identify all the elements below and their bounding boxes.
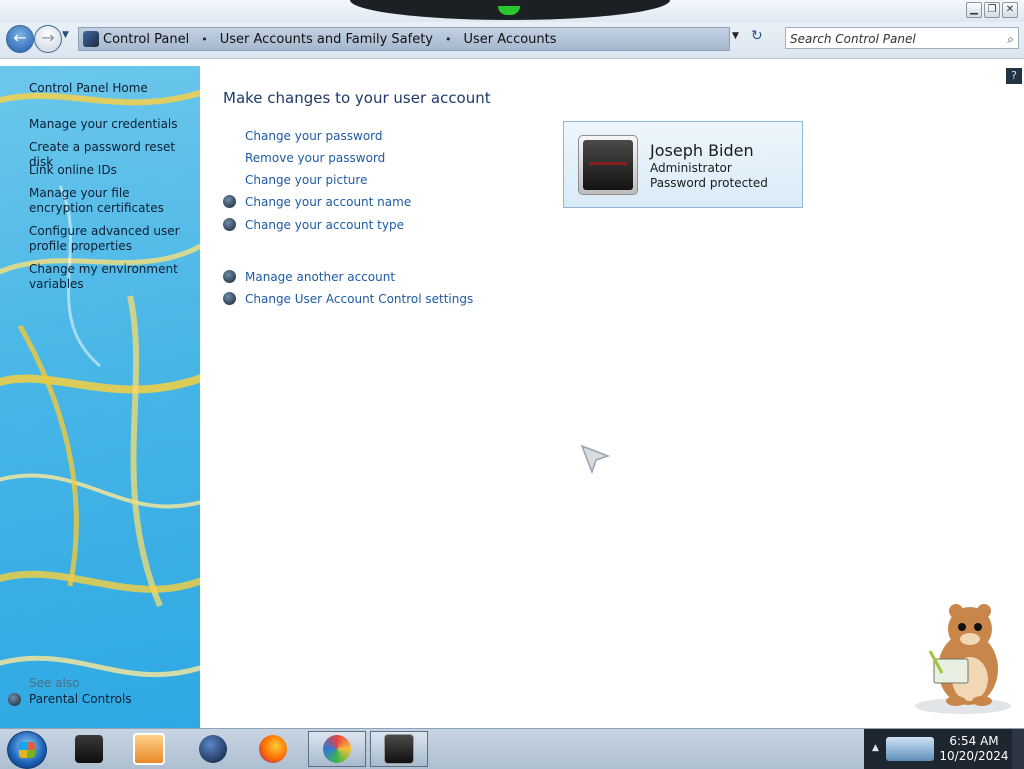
taskbar-folder-button[interactable] xyxy=(60,731,118,767)
breadcrumb-separator[interactable]: • xyxy=(193,33,216,46)
user-role: Administrator xyxy=(650,161,732,175)
change-account-type-link[interactable]: Change your account type xyxy=(245,218,404,232)
maximize-button[interactable]: ❐ xyxy=(984,2,1000,18)
uac-shield-icon xyxy=(223,195,236,208)
uac-shield-icon xyxy=(223,218,236,231)
sidebar-item-parental-controls[interactable]: Parental Controls xyxy=(29,692,132,706)
sidebar-item-file-encryption[interactable]: Manage your file encryption certificates xyxy=(29,186,194,216)
parental-controls-icon xyxy=(8,693,21,706)
breadcrumb-user-accounts-family-safety[interactable]: User Accounts and Family Safety xyxy=(216,32,437,47)
window-controls: ▁ ❐ ✕ xyxy=(966,2,1018,18)
title-notch-decoration xyxy=(350,0,670,20)
uac-shield-icon xyxy=(223,270,236,283)
sidebar-item-advanced-profile[interactable]: Configure advanced user profile properti… xyxy=(29,224,194,254)
sidebar-item-manage-credentials[interactable]: Manage your credentials xyxy=(29,117,194,132)
change-picture-link[interactable]: Change your picture xyxy=(245,173,367,187)
uac-settings-link[interactable]: Change User Account Control settings xyxy=(245,292,473,306)
see-also-heading: See also xyxy=(29,676,80,690)
taskbar-firefox-button[interactable] xyxy=(244,731,302,767)
back-button[interactable]: ← xyxy=(6,25,34,53)
refresh-button[interactable]: ↻ xyxy=(751,28,763,44)
main-content: ? Make changes to your user account Chan… xyxy=(200,66,1024,728)
system-tray: ▲ 6:54 AM 10/20/2024 xyxy=(864,729,1024,769)
breadcrumb-label: User Accounts and Family Safety xyxy=(219,31,433,47)
taskbar-paint-button[interactable] xyxy=(308,731,366,767)
sidebar-item-link-online-ids[interactable]: Link online IDs xyxy=(29,163,194,178)
user-account-card: Joseph Biden Administrator Password prot… xyxy=(563,121,803,208)
firefox-icon xyxy=(259,735,287,763)
user-password-status: Password protected xyxy=(650,176,768,190)
user-name: Joseph Biden xyxy=(650,141,754,160)
forward-button[interactable]: → xyxy=(34,25,62,53)
close-button[interactable]: ✕ xyxy=(1002,2,1018,18)
media-player-icon xyxy=(133,733,165,765)
taskbar-globe-button[interactable] xyxy=(184,731,242,767)
hamster-mascot-image xyxy=(915,604,1011,714)
start-button[interactable] xyxy=(7,731,47,769)
sidebar-item-control-panel-home[interactable]: Control Panel Home xyxy=(29,81,194,96)
clock-date: 10/20/2024 xyxy=(939,749,1009,763)
mouse-pointer xyxy=(580,444,611,475)
sidebar-item-environment-variables[interactable]: Change my environment variables xyxy=(29,262,194,292)
control-panel-icon xyxy=(83,31,99,47)
breadcrumb-control-panel[interactable]: Control Panel xyxy=(79,31,193,47)
show-hidden-icons-button[interactable]: ▲ xyxy=(872,743,879,753)
title-bar: ▁ ❐ ✕ xyxy=(0,0,1024,22)
change-password-link[interactable]: Change your password xyxy=(245,129,383,143)
change-account-name-link[interactable]: Change your account name xyxy=(245,195,411,209)
manage-another-account-link[interactable]: Manage another account xyxy=(245,270,395,284)
clock[interactable]: 6:54 AM 10/20/2024 xyxy=(938,734,1010,764)
avatar-picture xyxy=(583,140,633,190)
folder-icon xyxy=(75,735,103,763)
navigation-toolbar: ← → ▼ Control Panel • User Accounts and … xyxy=(0,22,1024,59)
page-title: Make changes to your user account xyxy=(223,89,491,107)
breadcrumb-label: User Accounts xyxy=(463,31,557,47)
breadcrumb-label: Control Panel xyxy=(103,31,190,47)
status-led xyxy=(498,6,520,15)
search-placeholder: Search Control Panel xyxy=(790,32,916,46)
breadcrumb-separator[interactable]: • xyxy=(437,33,460,46)
taskbar-monitor-app-button[interactable] xyxy=(370,731,428,767)
network-tray-icon[interactable] xyxy=(886,737,934,761)
paint-icon xyxy=(323,735,351,763)
uac-shield-icon xyxy=(223,292,236,305)
search-icon[interactable]: ⌕ xyxy=(1007,28,1014,50)
user-avatar[interactable] xyxy=(578,135,638,195)
clock-time: 6:54 AM xyxy=(949,734,999,748)
taskbar: ▲ 6:54 AM 10/20/2024 xyxy=(0,728,1024,769)
help-button[interactable]: ? xyxy=(1006,68,1022,84)
sidebar: Control Panel Home Manage your credentia… xyxy=(0,66,200,728)
address-dropdown-button[interactable]: ▼ xyxy=(732,31,739,41)
remove-password-link[interactable]: Remove your password xyxy=(245,151,385,165)
taskbar-media-player-button[interactable] xyxy=(120,731,178,767)
search-input[interactable]: Search Control Panel ⌕ xyxy=(785,27,1019,49)
globe-icon xyxy=(199,735,227,763)
minimize-button[interactable]: ▁ xyxy=(966,2,982,18)
monitor-app-icon xyxy=(384,734,414,764)
show-desktop-button[interactable] xyxy=(1012,729,1024,769)
address-bar[interactable]: Control Panel • User Accounts and Family… xyxy=(78,27,730,51)
recent-pages-button[interactable]: ▼ xyxy=(62,30,69,40)
breadcrumb-user-accounts[interactable]: User Accounts xyxy=(460,32,561,47)
